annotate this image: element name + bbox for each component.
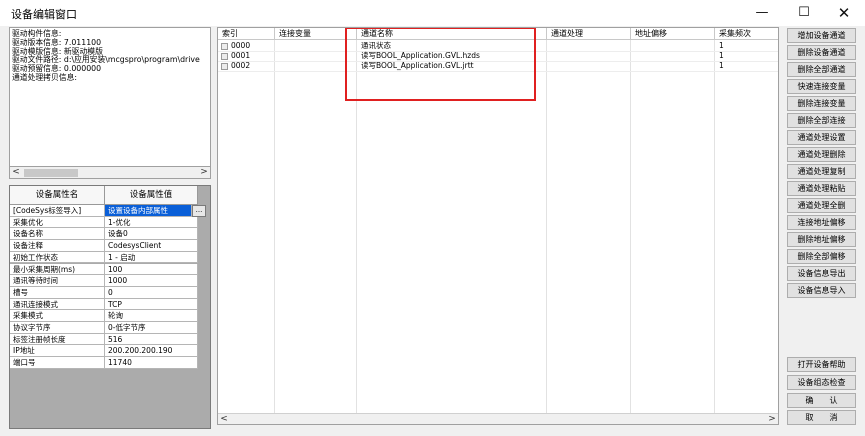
cancel-button[interactable]: 取 消: [787, 410, 856, 425]
property-name: 采集模式: [10, 310, 105, 322]
property-name: 端口号: [10, 357, 105, 369]
window-title: 设备编辑窗口: [11, 8, 77, 21]
column-divider: [546, 40, 547, 415]
grid-horizontal-scrollbar[interactable]: < >: [218, 413, 778, 424]
channel-index[interactable]: 0001: [231, 51, 250, 61]
close-icon[interactable]: ✕: [829, 3, 859, 23]
property-value[interactable]: 1000: [105, 275, 198, 287]
property-name: 采集优化: [10, 216, 105, 229]
device-config-check-button[interactable]: 设备组态检查: [787, 375, 856, 390]
property-name: 通讯等待时间: [10, 275, 105, 287]
scroll-left-icon[interactable]: <: [10, 167, 22, 178]
quick-connect-variable-button[interactable]: 快速连接变量: [787, 79, 856, 94]
export-device-info-button[interactable]: 设备信息导出: [787, 266, 856, 281]
connect-address-offset-button[interactable]: 连接地址偏移: [787, 215, 856, 230]
device-property-table: 设备属性名 设备属性值 [CodeSys标签导入] 设置设备内部属性 ... 采…: [9, 185, 211, 429]
property-name: [CodeSys标签导入]: [10, 205, 105, 217]
scroll-right-icon[interactable]: >: [766, 414, 778, 424]
delete-all-offsets-button[interactable]: 删除全部偏移: [787, 249, 856, 264]
delete-connect-variable-button[interactable]: 删除连接变量: [787, 96, 856, 111]
channel-processing-delete-button[interactable]: 通道处理删除: [787, 147, 856, 162]
title-bar: 设备编辑窗口 — ☐ ✕: [0, 0, 865, 26]
property-value[interactable]: 11740: [105, 357, 198, 369]
row-icon: [221, 63, 228, 70]
delete-address-offset-button[interactable]: 删除地址偏移: [787, 232, 856, 247]
channel-index[interactable]: 0002: [231, 61, 250, 71]
channel-processing-copy-button[interactable]: 通道处理复制: [787, 164, 856, 179]
delete-channel-button[interactable]: 删除设备通道: [787, 45, 856, 60]
channel-grid: 索引 连接变量 通道名称 通道处理 地址偏移 采集频次 0000 通讯状态 1 …: [217, 27, 779, 425]
delete-all-channels-button[interactable]: 删除全部通道: [787, 62, 856, 77]
property-name: 标签注册帧长度: [10, 333, 105, 346]
property-value[interactable]: 100: [105, 263, 198, 276]
confirm-button[interactable]: 确 认: [787, 393, 856, 408]
column-divider: [630, 40, 631, 415]
property-value[interactable]: 轮询: [105, 310, 198, 322]
property-browse-button[interactable]: ...: [192, 205, 206, 217]
highlight-annotation-box: [345, 28, 536, 101]
property-value[interactable]: CodesysClient: [105, 240, 198, 252]
scrollbar-thumb[interactable]: [24, 169, 78, 177]
property-name: 设备注释: [10, 240, 105, 252]
channel-processing-settings-button[interactable]: 通道处理设置: [787, 130, 856, 145]
property-name: 设备名称: [10, 228, 105, 241]
property-value[interactable]: 0-低字节序: [105, 322, 198, 334]
channel-frequency[interactable]: 1: [719, 51, 724, 61]
column-header-index[interactable]: 索引: [218, 28, 275, 40]
column-header-frequency[interactable]: 采集频次: [715, 28, 778, 40]
column-divider: [274, 40, 275, 415]
import-device-info-button[interactable]: 设备信息导入: [787, 283, 856, 298]
property-name-header: 设备属性名: [10, 186, 105, 205]
property-value[interactable]: 1 - 启动: [105, 251, 198, 264]
property-name: 槽号: [10, 286, 105, 299]
add-channel-button[interactable]: 增加设备通道: [787, 28, 856, 43]
driver-info-panel: 驱动构件信息: 驱动版本信息: 7.011100 驱动模版信息: 新驱动模版 驱…: [9, 27, 211, 179]
property-value[interactable]: 设备0: [105, 228, 198, 241]
property-value[interactable]: 0: [105, 286, 198, 299]
open-device-help-button[interactable]: 打开设备帮助: [787, 357, 856, 372]
scroll-right-icon[interactable]: >: [198, 167, 210, 178]
property-name: IP地址: [10, 345, 105, 358]
property-value[interactable]: 设置设备内部属性: [105, 205, 192, 217]
channel-processing-delete-all-button[interactable]: 通道处理全删: [787, 198, 856, 213]
minimize-icon[interactable]: —: [747, 3, 777, 23]
maximize-icon[interactable]: ☐: [789, 3, 819, 23]
property-value[interactable]: 200.200.200.190: [105, 345, 198, 358]
property-name: 初始工作状态: [10, 251, 105, 264]
delete-all-connections-button[interactable]: 删除全部连接: [787, 113, 856, 128]
property-name: 协议字节序: [10, 322, 105, 334]
channel-frequency[interactable]: 1: [719, 61, 724, 71]
property-name: 最小采集周期(ms): [10, 263, 105, 276]
property-value-header: 设备属性值: [105, 186, 198, 205]
property-name: 通讯连接模式: [10, 298, 105, 311]
row-icon: [221, 43, 228, 50]
property-value[interactable]: 1-优化: [105, 216, 198, 229]
column-header-offset[interactable]: 地址偏移: [631, 28, 715, 40]
column-divider: [714, 40, 715, 415]
property-value[interactable]: TCP: [105, 298, 198, 311]
row-icon: [221, 53, 228, 60]
driver-info-line: 通道处理拷贝信息:: [12, 72, 78, 82]
channel-processing-paste-button[interactable]: 通道处理粘贴: [787, 181, 856, 196]
property-value[interactable]: 516: [105, 333, 198, 346]
channel-frequency[interactable]: 1: [719, 41, 724, 51]
column-header-processing[interactable]: 通道处理: [547, 28, 631, 40]
info-horizontal-scrollbar[interactable]: < >: [9, 166, 211, 179]
channel-index[interactable]: 0000: [231, 41, 250, 51]
scroll-left-icon[interactable]: <: [218, 414, 230, 424]
